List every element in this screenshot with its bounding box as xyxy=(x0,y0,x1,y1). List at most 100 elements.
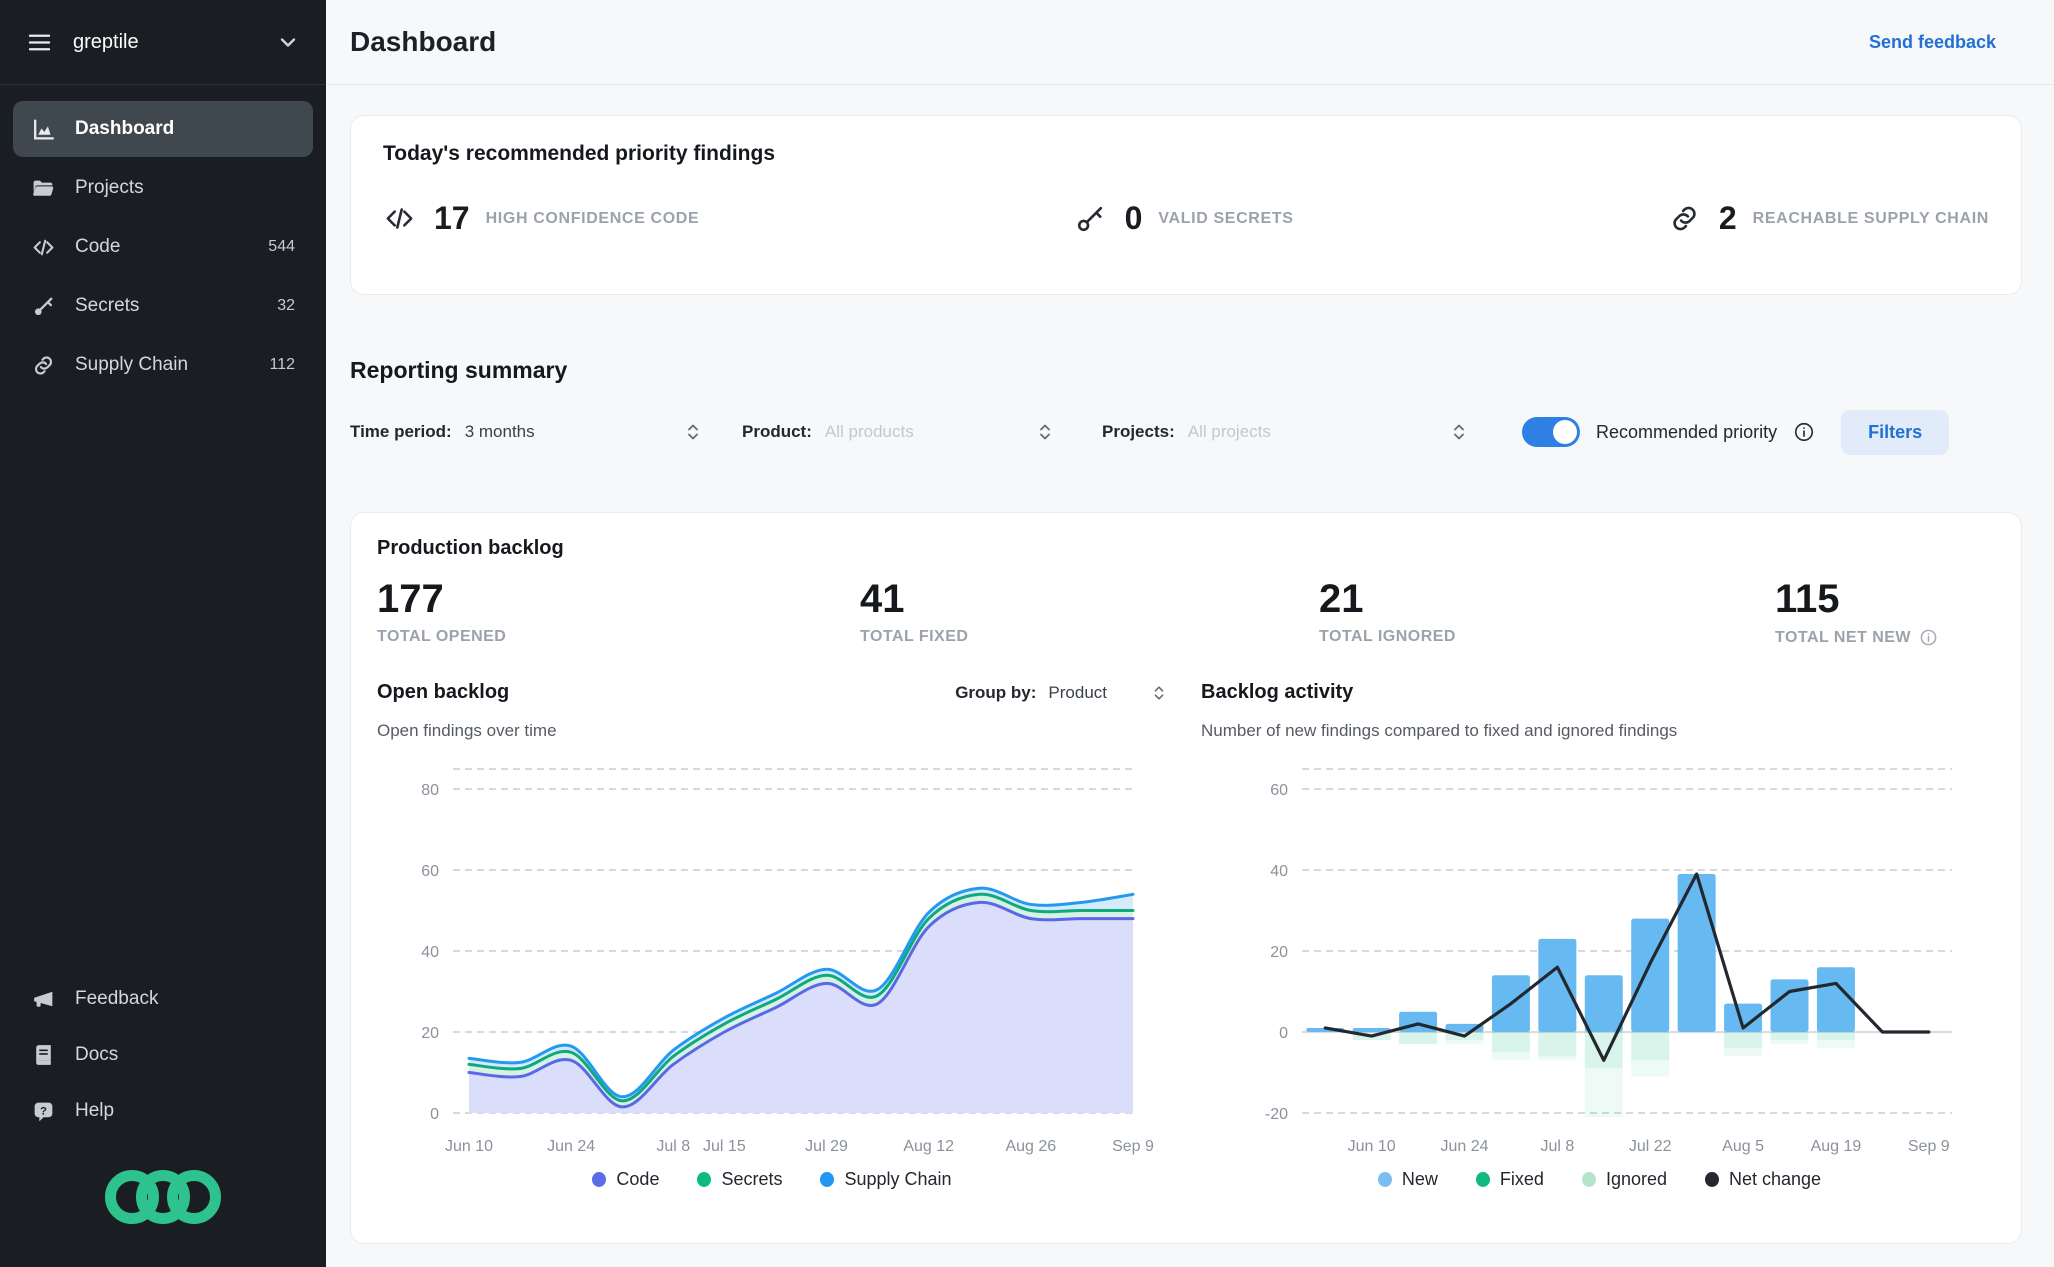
link-icon xyxy=(1668,202,1701,235)
send-feedback-link[interactable]: Send feedback xyxy=(1869,32,1996,53)
info-icon[interactable] xyxy=(1919,628,1938,647)
legend-dot xyxy=(1377,1172,1392,1187)
legend-item[interactable]: New xyxy=(1377,1169,1438,1190)
stat-total-fixed: 41 TOTAL FIXED xyxy=(860,576,1319,647)
sidebar-item-dashboard[interactable]: Dashboard xyxy=(13,101,313,157)
open-backlog-subtitle: Open findings over time xyxy=(377,721,557,740)
sidebar-item-secrets[interactable]: Secrets 32 xyxy=(13,278,313,334)
legend-label: Secrets xyxy=(721,1169,783,1189)
svg-text:Jun 24: Jun 24 xyxy=(547,1138,595,1155)
group-by-label: Group by: xyxy=(955,682,1037,702)
svg-text:20: 20 xyxy=(421,1025,439,1042)
legend-item[interactable]: Net change xyxy=(1705,1169,1821,1190)
svg-text:40: 40 xyxy=(1270,863,1288,880)
svg-text:Sep 9: Sep 9 xyxy=(1908,1138,1950,1155)
svg-text:60: 60 xyxy=(1270,782,1288,799)
stat-label: TOTAL NET NEW xyxy=(1775,628,1995,647)
sidebar-item-label: Help xyxy=(75,1100,115,1121)
info-icon[interactable] xyxy=(1793,421,1815,443)
svg-text:-20: -20 xyxy=(1265,1106,1288,1123)
svg-text:60: 60 xyxy=(421,863,439,880)
stat-valid-secrets[interactable]: 0 VALID SECRETS xyxy=(1074,200,1294,237)
filter-value: 3 months xyxy=(464,422,535,441)
sidebar-item-count: 112 xyxy=(269,356,295,373)
sidebar-item-feedback[interactable]: Feedback xyxy=(13,971,313,1027)
sidebar-item-docs[interactable]: Docs xyxy=(13,1027,313,1083)
filters-button[interactable]: Filters xyxy=(1841,409,1950,455)
stat-value: 115 xyxy=(1775,577,1840,621)
code-icon xyxy=(383,202,416,235)
svg-text:Jun 24: Jun 24 xyxy=(1440,1138,1488,1155)
backlog-activity-subtitle: Number of new findings compared to fixed… xyxy=(1201,721,1678,740)
legend-dot xyxy=(1475,1172,1490,1187)
svg-text:Jul 22: Jul 22 xyxy=(1629,1138,1672,1155)
legend-item[interactable]: Supply Chain xyxy=(820,1169,952,1190)
svg-text:Jun 10: Jun 10 xyxy=(445,1138,493,1155)
hamburger-icon[interactable] xyxy=(26,29,53,56)
stat-value: 0 xyxy=(1124,200,1143,236)
production-backlog-card: Production backlog 177 TOTAL OPENED 41 T… xyxy=(350,512,2022,1244)
backlog-stats: 177 TOTAL OPENED 41 TOTAL FIXED 21 TOTAL… xyxy=(377,576,1995,647)
sidebar-item-label: Dashboard xyxy=(75,118,175,139)
legend-item[interactable]: Code xyxy=(592,1169,659,1190)
legend-label: Code xyxy=(616,1169,660,1189)
filter-value: All products xyxy=(824,422,914,441)
legend-item[interactable]: Secrets xyxy=(697,1169,782,1190)
open-backlog-title: Open backlog xyxy=(377,681,510,703)
sidebar-footer: Feedback Docs ? Help xyxy=(0,971,326,1267)
stat-high-confidence-code[interactable]: 17 HIGH CONFIDENCE CODE xyxy=(383,200,699,237)
content: Today's recommended priority findings 17… xyxy=(326,85,2054,1244)
legend-label: Fixed xyxy=(1499,1169,1544,1189)
group-by-select[interactable]: Group by: Product xyxy=(955,683,1167,703)
sidebar-item-help[interactable]: ? Help xyxy=(13,1083,313,1139)
stat-reachable-supply-chain[interactable]: 2 REACHABLE SUPPLY CHAIN xyxy=(1668,200,1989,237)
select-chevrons-icon xyxy=(1450,422,1468,442)
legend-item[interactable]: Ignored xyxy=(1581,1169,1667,1190)
filter-value: All projects xyxy=(1187,422,1271,441)
stat-value: 17 xyxy=(434,200,470,236)
time-period-select[interactable]: Time period: 3 months xyxy=(350,422,702,442)
priority-card-title: Today's recommended priority findings xyxy=(383,142,775,165)
toggle-label: Recommended priority xyxy=(1596,421,1778,442)
stat-label: VALID SECRETS xyxy=(1158,209,1294,227)
sidebar-item-supply-chain[interactable]: Supply Chain 112 xyxy=(13,337,313,393)
recommended-priority-toggle[interactable] xyxy=(1522,417,1580,447)
charts-row: Open backlog Group by: Product Open find… xyxy=(377,681,1995,1190)
priority-stats: 17 HIGH CONFIDENCE CODE 0 VALID SECRETS … xyxy=(383,200,1989,237)
filter-row: Time period: 3 months Product: All produ… xyxy=(350,408,2022,456)
stat-value: 2 xyxy=(1718,200,1737,236)
svg-text:80: 80 xyxy=(421,782,439,799)
projects-select[interactable]: Projects: All projects xyxy=(1102,422,1468,442)
svg-text:Jul 8: Jul 8 xyxy=(1540,1138,1574,1155)
filter-label: Product: xyxy=(742,422,812,441)
book-icon xyxy=(31,1043,56,1068)
product-select[interactable]: Product: All products xyxy=(742,422,1054,442)
stat-total-net-new: 115 TOTAL NET NEW xyxy=(1775,576,1995,647)
help-icon: ? xyxy=(31,1099,56,1124)
org-name: greptile xyxy=(73,30,139,53)
legend-label: Supply Chain xyxy=(844,1169,952,1189)
legend-label: New xyxy=(1401,1169,1438,1189)
key-icon xyxy=(1074,202,1107,235)
filter-label: Time period: xyxy=(350,422,452,441)
sidebar-nav: Dashboard Projects Code 544 Secrets 32 S… xyxy=(0,85,326,393)
sidebar-item-label: Projects xyxy=(75,177,144,198)
legend-dot xyxy=(1581,1172,1596,1187)
svg-text:Aug 19: Aug 19 xyxy=(1811,1138,1862,1155)
greptile-logo xyxy=(13,1139,313,1247)
backlog-activity-section: Backlog activity Number of new findings … xyxy=(1201,681,1998,1190)
stat-value: 177 xyxy=(377,577,444,621)
topbar: Dashboard Send feedback xyxy=(326,0,2054,85)
legend-dot xyxy=(820,1172,835,1187)
legend-item[interactable]: Fixed xyxy=(1475,1169,1544,1190)
select-chevrons-icon xyxy=(1036,422,1054,442)
stat-value: 21 xyxy=(1319,577,1364,621)
org-switcher[interactable]: greptile xyxy=(0,0,326,85)
legend-label: Ignored xyxy=(1605,1169,1667,1189)
sidebar-item-code[interactable]: Code 544 xyxy=(13,219,313,275)
sidebar-item-projects[interactable]: Projects xyxy=(13,160,313,216)
chart-icon xyxy=(31,117,56,142)
chevron-down-icon[interactable] xyxy=(276,30,300,54)
page-title: Dashboard xyxy=(350,26,497,57)
link-icon xyxy=(31,353,56,378)
